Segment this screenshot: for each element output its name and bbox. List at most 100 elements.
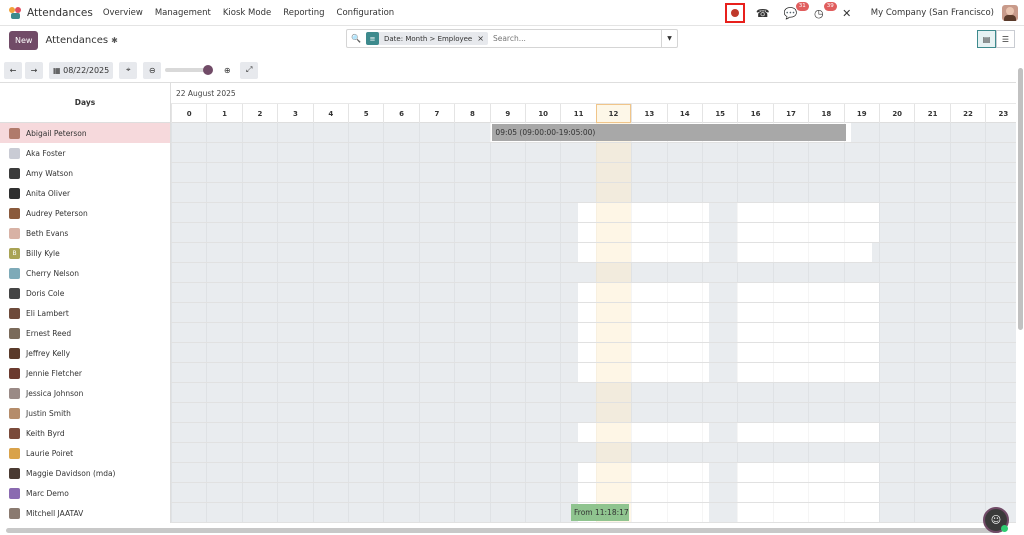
next-arrow-icon[interactable]: → [25, 61, 43, 79]
timeline-cells[interactable] [171, 363, 1016, 382]
menu-overview[interactable]: Overview [103, 8, 143, 18]
employee-cell[interactable]: Marc Demo [0, 483, 171, 503]
timeline-cells[interactable] [171, 483, 1016, 502]
menu-reporting[interactable]: Reporting [283, 8, 324, 18]
messages-icon[interactable]: 💬 31 [781, 2, 809, 21]
hour-gridline [914, 443, 916, 462]
employee-cell[interactable]: Beth Evans [0, 223, 171, 243]
horizontal-scrollbar[interactable] [6, 528, 1000, 533]
employee-cell[interactable]: Abigail Peterson [0, 123, 171, 143]
timeline-cells[interactable] [171, 383, 1016, 402]
employee-cell[interactable]: Justin Smith [0, 403, 171, 423]
hour-gridline [348, 383, 349, 402]
hour-gridline [241, 203, 243, 222]
gantt-view-icon[interactable]: ▤ [977, 30, 996, 48]
timeline-cells[interactable] [171, 443, 1016, 462]
hour-gridline [241, 383, 243, 402]
search-input[interactable] [492, 34, 661, 43]
employee-name: Keith Byrd [26, 428, 65, 438]
zoom-slider[interactable] [165, 65, 214, 75]
timeline-cells[interactable] [171, 143, 1016, 162]
vertical-scrollbar[interactable] [1018, 68, 1023, 330]
timeline-cells[interactable] [171, 163, 1016, 182]
timeline-cells[interactable] [171, 243, 1016, 262]
timeline-cells[interactable] [171, 323, 1016, 342]
employee-cell[interactable]: Maggie Davidson (mda) [0, 463, 171, 483]
employee-name: Doris Cole [26, 288, 65, 298]
employee-cell[interactable]: Mitchell JAATAV [0, 503, 171, 523]
employee-cell[interactable]: Doris Cole [0, 283, 171, 303]
focus-today-icon[interactable]: ⌖ [119, 61, 138, 79]
activity-clock-icon[interactable]: ◷ 39 [809, 2, 837, 21]
app-title[interactable]: Attendances [27, 7, 93, 19]
employee-cell[interactable]: Jessica Johnson [0, 383, 171, 403]
attendance-bar[interactable]: From 11:18:17 [571, 504, 630, 521]
employee-cell[interactable]: Keith Byrd [0, 423, 171, 443]
employee-row: B Billy Kyle [0, 243, 1016, 263]
employee-cell[interactable]: Laurie Poiret [0, 443, 171, 463]
hour-gridline [418, 483, 420, 502]
hour-column-header: 0 [171, 104, 206, 123]
hour-column-header: 6 [383, 104, 418, 123]
employee-cell[interactable]: Ernest Reed [0, 323, 171, 343]
attendances-app-icon[interactable] [8, 6, 22, 20]
employee-cell[interactable]: B Billy Kyle [0, 243, 171, 263]
search-icon: 🔍 [351, 34, 361, 43]
timeline-cells[interactable] [171, 223, 1016, 242]
hour-gridline [312, 323, 314, 342]
menu-kiosk-mode[interactable]: Kiosk Mode [223, 8, 271, 18]
gear-icon[interactable]: ✱ [111, 36, 118, 45]
hour-gridline [631, 343, 633, 362]
hour-gridline [560, 243, 562, 262]
hour-gridline [702, 363, 703, 382]
search-facet-groupby[interactable]: ≡ Date: Month > Employee × [366, 32, 488, 45]
timeline-cells[interactable] [171, 463, 1016, 482]
search-bar[interactable]: 🔍 ≡ Date: Month > Employee × ▼ [346, 29, 678, 48]
zoom-in-icon[interactable]: ⊕ [218, 62, 236, 79]
timeline-cells[interactable] [171, 403, 1016, 422]
timeline-cells[interactable] [171, 343, 1016, 362]
record-button[interactable] [724, 3, 745, 23]
timeline-cells[interactable] [171, 203, 1016, 222]
user-avatar[interactable] [1002, 5, 1018, 21]
timeline-cells[interactable] [171, 283, 1016, 302]
timeline-cells[interactable] [171, 183, 1016, 202]
phone-icon[interactable]: ☎ [753, 5, 773, 21]
hour-gridline [843, 383, 845, 402]
employee-cell[interactable]: Cherry Nelson [0, 263, 171, 283]
employee-cell[interactable]: Aka Foster [0, 143, 171, 163]
expand-icon[interactable]: ⤢ [240, 61, 259, 79]
date-picker-button[interactable]: ▦ 08/22/2025 [49, 61, 114, 79]
hour-gridline [348, 283, 349, 302]
hour-gridline [808, 283, 810, 302]
employee-cell[interactable]: Jeffrey Kelly [0, 343, 171, 363]
livechat-button[interactable]: ☺ [983, 507, 1009, 533]
menu-configuration[interactable]: Configuration [337, 8, 395, 18]
timeline-cells[interactable] [171, 303, 1016, 322]
employee-cell[interactable]: Jennie Fletcher [0, 363, 171, 383]
zoom-out-icon[interactable]: ⊖ [143, 61, 162, 79]
timeline-cells[interactable]: From 11:18:17 [171, 503, 1016, 522]
employee-cell[interactable]: Audrey Peterson [0, 203, 171, 223]
hour-gridline [383, 123, 385, 142]
attendance-bar[interactable]: 09:05 (09:00:00-19:05:00) [492, 124, 847, 141]
previous-arrow-icon[interactable]: ← [4, 61, 22, 79]
timeline-cells[interactable]: 09:05 (09:00:00-19:05:00) [171, 123, 1016, 142]
menu-management[interactable]: Management [155, 8, 211, 18]
hour-gridline [808, 503, 810, 522]
employee-cell[interactable]: Amy Watson [0, 163, 171, 183]
hour-gridline [914, 303, 916, 322]
zoom-slider-thumb[interactable] [203, 65, 214, 75]
timeline-cells[interactable] [171, 423, 1016, 442]
facet-remove-icon[interactable]: × [477, 34, 488, 43]
employee-cell[interactable]: Anita Oliver [0, 183, 171, 203]
search-options-toggle[interactable]: ▼ [661, 30, 677, 47]
company-switcher[interactable]: My Company (San Francisco) [871, 8, 994, 18]
timeline-cells[interactable] [171, 263, 1016, 282]
new-button[interactable]: New [9, 30, 39, 50]
hour-gridline [666, 303, 668, 322]
hour-gridline [808, 163, 810, 182]
list-view-icon[interactable]: ☰ [996, 30, 1015, 48]
employee-cell[interactable]: Eli Lambert [0, 303, 171, 323]
debug-tools-icon[interactable]: ✕ [837, 5, 857, 21]
